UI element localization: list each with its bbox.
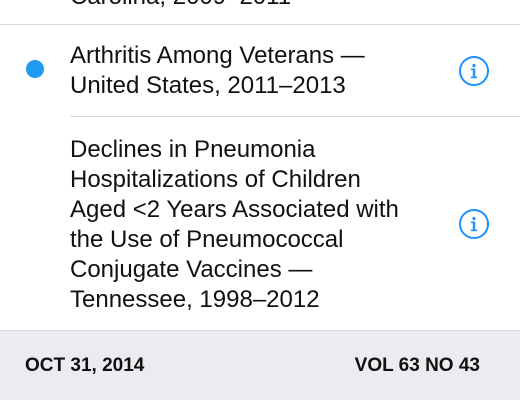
article-row-previous[interactable]: Carolina, 2009–2011 (0, 0, 520, 24)
article-title: Declines in Pneumonia Hospitalizations o… (70, 135, 450, 315)
article-title-line: Conjugate Vaccines — (70, 256, 313, 283)
article-title-line: Carolina, 2009–2011 (70, 0, 450, 12)
article-title-line: Arthritis Among Veterans — (70, 42, 365, 69)
article-list-screen: Carolina, 2009–2011 Arthritis Among Vete… (0, 0, 520, 400)
article-title: Carolina, 2009–2011 (70, 0, 450, 12)
issue-date: OCT 31, 2014 (25, 355, 145, 376)
article-title-line: Hospitalizations of Children (70, 166, 361, 193)
unread-indicator-dot (26, 60, 44, 78)
issue-volume: VOL 63 NO 43 (354, 355, 480, 376)
article-title: Arthritis Among Veterans — United States… (70, 41, 450, 101)
info-icon[interactable] (459, 56, 489, 86)
article-title-line: United States, 2011–2013 (70, 72, 346, 99)
article-row-pneumonia[interactable]: Declines in Pneumonia Hospitalizations o… (0, 117, 520, 331)
article-row-arthritis[interactable]: Arthritis Among Veterans — United States… (0, 25, 520, 116)
article-title-line: the Use of Pneumococcal (70, 226, 344, 253)
article-title-line: Aged <2 Years Associated with (70, 196, 399, 223)
article-title-line: Tennessee, 1998–2012 (70, 286, 320, 313)
article-title-line: Declines in Pneumonia (70, 136, 316, 163)
issue-section-footer: OCT 31, 2014 VOL 63 NO 43 (0, 331, 520, 400)
info-icon[interactable] (459, 209, 489, 239)
